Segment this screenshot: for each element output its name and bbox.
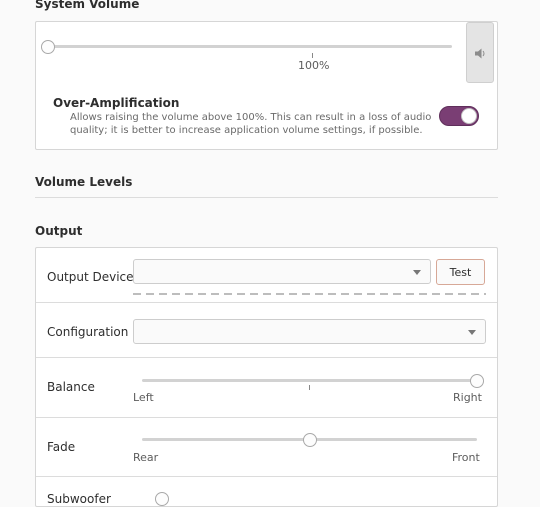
subwoofer-label: Subwoofer <box>47 492 111 506</box>
subwoofer-knob[interactable] <box>155 492 169 506</box>
row-divider-3 <box>36 417 497 418</box>
system-volume-trough[interactable] <box>47 45 452 48</box>
volume-levels-title: Volume Levels <box>35 175 133 189</box>
configuration-label: Configuration <box>47 325 129 339</box>
speaker-icon <box>475 48 485 59</box>
chevron-down-icon <box>468 330 476 335</box>
over-amplification-desc-line2: quality; it is better to increase applic… <box>70 125 423 136</box>
fade-front-label: Front <box>452 451 480 464</box>
fade-label: Fade <box>47 440 76 454</box>
over-amplification-description: Allows raising the volume above 100%. Th… <box>70 111 431 137</box>
balance-center-tick <box>309 385 310 390</box>
over-amplification-title: Over-Amplification <box>53 96 180 110</box>
output-title: Output <box>35 224 83 238</box>
configuration-combo[interactable] <box>133 319 486 344</box>
volume-100-tick <box>312 53 313 58</box>
row-divider-4 <box>36 476 497 477</box>
system-volume-title: System Volume <box>35 0 140 11</box>
mute-button[interactable] <box>466 22 494 83</box>
over-amplification-desc-line1: Allows raising the volume above 100%. Th… <box>70 112 432 123</box>
balance-trough[interactable] <box>142 379 477 382</box>
toggle-thumb <box>461 108 477 124</box>
output-device-dashes <box>133 293 486 295</box>
over-amplification-toggle[interactable] <box>439 106 479 126</box>
balance-right-label: Right <box>453 391 482 404</box>
test-button[interactable]: Test <box>436 259 485 285</box>
balance-knob[interactable] <box>470 374 484 388</box>
row-divider-1 <box>36 302 497 303</box>
output-frame <box>35 247 498 507</box>
volume-levels-divider <box>35 197 498 198</box>
balance-label: Balance <box>47 380 95 394</box>
system-volume-knob[interactable] <box>41 40 55 54</box>
fade-rear-label: Rear <box>133 451 159 464</box>
balance-left-label: Left <box>133 391 154 404</box>
row-divider-2 <box>36 357 497 358</box>
chevron-down-icon <box>413 270 421 275</box>
fade-knob[interactable] <box>303 433 317 447</box>
volume-100-label: 100% <box>298 59 330 72</box>
output-device-combo[interactable] <box>133 259 431 284</box>
output-device-label: Output Device <box>47 270 134 284</box>
